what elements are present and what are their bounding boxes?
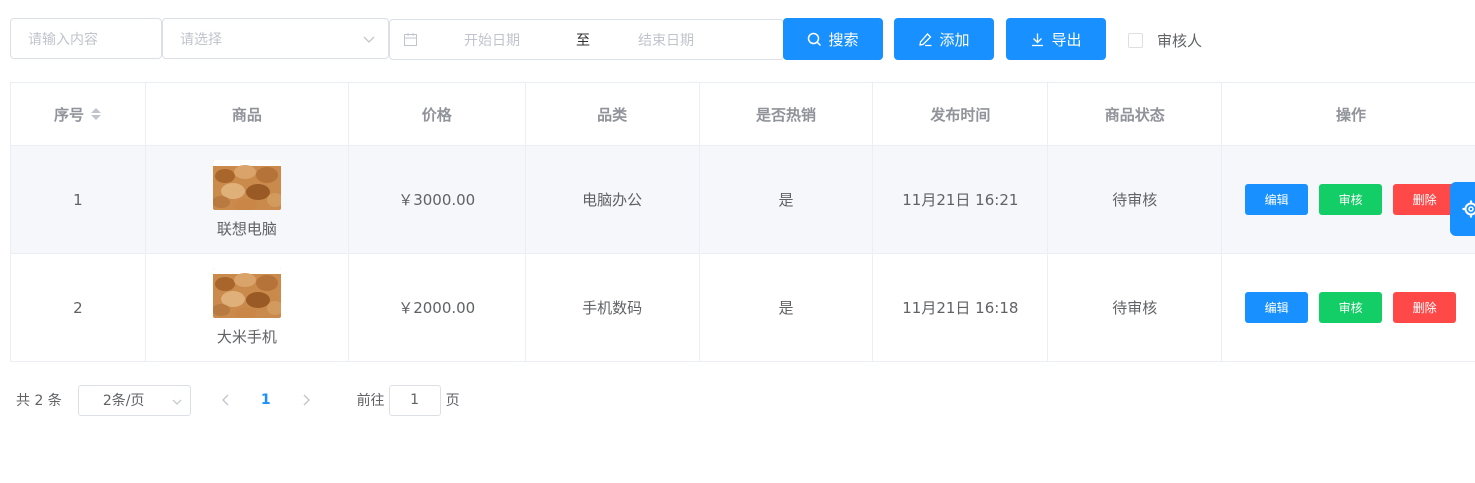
pagination: 共 2 条 2条/页 1 前往 1 页 [16,384,460,416]
product-image [212,268,281,318]
column-price-label: 价格 [421,105,452,124]
goto-page-input[interactable]: 1 [388,384,441,416]
column-index-label: 序号 [53,105,84,124]
chevron-left-icon[interactable] [219,393,233,407]
select-placeholder: 请选择 [180,31,222,48]
review-button[interactable]: 审核 [1319,292,1383,323]
cell-actions: 编辑 审核 删除 [1222,146,1475,253]
edit-button[interactable]: 编辑 [1245,292,1309,323]
price-value: ￥2000.00 [398,299,476,317]
edit-icon [919,32,932,46]
column-actions: 操作 [1222,83,1475,145]
range-separator: 至 [576,32,590,49]
keyword-placeholder: 请输入内容 [28,31,98,48]
product-table: 序号 商品 价格 品类 是否热销 发布时间 商品状态 操作 1 联想电脑 ￥30… [10,82,1475,362]
category-select[interactable]: 请选择 [162,18,389,59]
cell-index-value: 1 [73,190,83,209]
cell-time: 11月21日 16:21 [873,146,1049,253]
table-row: 1 联想电脑 ￥3000.00 电脑办公 是 11月21日 16:21 待审核 … [11,146,1475,254]
goto-prefix: 前往 [356,393,385,409]
export-label: 导出 [1051,30,1082,49]
hot-value: 是 [778,299,794,317]
pagination-total: 共 2 条 [16,393,62,409]
page-number-current[interactable]: 1 [261,392,271,408]
add-label: 添加 [939,30,970,49]
delete-button[interactable]: 删除 [1393,292,1457,323]
chevron-down-icon [363,36,375,43]
column-hot: 是否热销 [700,83,874,145]
page-size-value: 2条/页 [102,393,145,409]
chevron-right-icon[interactable] [299,393,313,407]
column-product: 商品 [146,83,349,145]
cell-category: 电脑办公 [526,146,700,253]
chevron-down-icon [172,399,182,405]
cell-price: ￥2000.00 [349,254,526,361]
cell-status: 待审核 [1048,254,1223,361]
cell-time: 11月21日 16:18 [873,254,1049,361]
goto-suffix: 页 [445,393,460,409]
export-button[interactable]: 导出 [1006,18,1106,60]
column-status-label: 商品状态 [1104,105,1165,124]
download-icon [1032,33,1044,46]
cell-product: 联想电脑 [146,146,349,253]
column-index[interactable]: 序号 [11,83,146,145]
edit-button[interactable]: 编辑 [1245,184,1309,215]
category-value: 手机数码 [582,299,643,317]
column-time-label: 发布时间 [930,105,991,124]
keyword-input[interactable]: 请输入内容 [10,18,162,59]
delete-button[interactable]: 删除 [1393,184,1457,215]
hot-value: 是 [778,191,794,209]
cell-category: 手机数码 [526,254,700,361]
reviewer-checkbox[interactable] [1128,33,1143,48]
status-value: 待审核 [1112,191,1158,209]
table-header: 序号 商品 价格 品类 是否热销 发布时间 商品状态 操作 [11,83,1475,146]
start-date-input[interactable]: 开始日期 [464,30,520,50]
end-date-input[interactable]: 结束日期 [638,30,694,50]
cell-index-value: 2 [73,298,83,317]
sort-icon[interactable] [90,106,102,122]
column-hot-label: 是否热销 [755,105,816,124]
cell-hot: 是 [700,146,874,253]
category-value: 电脑办公 [582,191,643,209]
cell-hot: 是 [700,254,874,361]
column-product-label: 商品 [231,105,262,124]
cell-product: 大米手机 [146,254,349,361]
cell-index: 2 [11,254,146,361]
search-button[interactable]: 搜索 [783,18,883,60]
cell-price: ￥3000.00 [349,146,526,253]
column-actions-label: 操作 [1336,105,1367,124]
column-price: 价格 [349,83,526,145]
review-button[interactable]: 审核 [1319,184,1383,215]
time-value: 11月21日 16:18 [902,299,1019,317]
search-label: 搜索 [828,30,859,49]
price-value: ￥3000.00 [398,191,476,209]
column-category-label: 品类 [597,105,628,124]
date-range-picker[interactable]: 开始日期 至 结束日期 [389,19,784,60]
cell-index: 1 [11,146,146,253]
reviewer-checkbox-label: 审核人 [1157,32,1203,50]
time-value: 11月21日 16:21 [902,191,1019,209]
status-value: 待审核 [1112,299,1158,317]
product-name: 联想电脑 [216,220,277,238]
add-button[interactable]: 添加 [894,18,994,60]
product-name: 大米手机 [216,328,277,346]
table-row: 2 大米手机 ￥2000.00 手机数码 是 11月21日 16:18 待审核 … [11,254,1475,362]
page-size-select[interactable]: 2条/页 [77,384,191,416]
toolbar: 请输入内容 请选择 开始日期 至 结束日期 搜索 添加 导出 审核人 [10,18,1470,60]
column-category: 品类 [526,83,700,145]
calendar-icon [404,33,417,46]
search-icon [808,32,822,46]
product-image [212,160,281,210]
cell-actions: 编辑 审核 删除 [1222,254,1475,361]
settings-drawer-handle[interactable] [1450,182,1475,236]
cell-status: 待审核 [1048,146,1223,253]
column-time: 发布时间 [873,83,1049,145]
reviewer-checkbox-wrap[interactable]: 审核人 [1128,30,1202,51]
gear-icon [1462,200,1475,218]
column-status: 商品状态 [1048,83,1223,145]
